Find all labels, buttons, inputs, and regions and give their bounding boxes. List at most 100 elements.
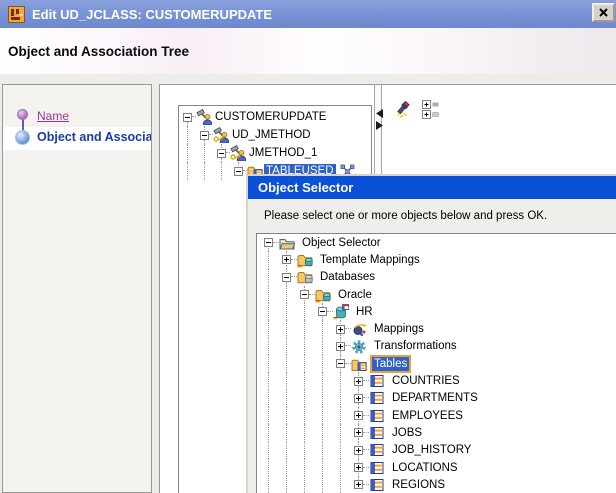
- tree-expander-minus[interactable]: [264, 238, 273, 247]
- tree-guide: [286, 424, 287, 441]
- tree-guide: [322, 320, 323, 337]
- tree-guide: [221, 162, 222, 180]
- tree-guide: [358, 459, 359, 463]
- page-title: Object and Association Tree: [8, 44, 189, 59]
- tree-node-hr[interactable]: HR: [257, 303, 616, 320]
- tree-expander-minus[interactable]: [217, 149, 226, 158]
- object-selector-tree: Object Selector Template Mappings Database…: [256, 233, 616, 493]
- tree-expander-plus[interactable]: [282, 255, 291, 264]
- tree-expander-plus[interactable]: [354, 411, 363, 420]
- tree-expander-minus[interactable]: [234, 167, 243, 176]
- tree-guide: [286, 476, 287, 493]
- tree-node-customerupdate[interactable]: CUSTOMERUPDATE: [179, 108, 371, 126]
- tree-guide: [322, 390, 323, 407]
- window-icon: [8, 6, 25, 23]
- tree-node-template-mappings[interactable]: Template Mappings: [257, 251, 616, 268]
- tree-expander-minus[interactable]: [318, 307, 327, 316]
- tree-node-employees[interactable]: EMPLOYEES: [257, 407, 616, 424]
- tree-node-label[interactable]: Mappings: [372, 322, 426, 336]
- dialog-instruction: Please select one or more objects below …: [264, 210, 547, 222]
- tree-node-countries[interactable]: COUNTRIES: [257, 372, 616, 389]
- folder-db-icon: [297, 252, 313, 268]
- tree-guide: [322, 407, 323, 424]
- tree-node-regions[interactable]: REGIONS: [257, 476, 616, 493]
- tree-node-label[interactable]: Template Mappings: [318, 253, 422, 267]
- tree-node-mappings[interactable]: Mappings: [257, 320, 616, 337]
- transformations-icon: [351, 338, 367, 354]
- tree-guide: [187, 162, 188, 180]
- tree-expander-minus[interactable]: [282, 273, 291, 282]
- tree-node-oracle[interactable]: Oracle: [257, 286, 616, 303]
- tree-guide: [322, 459, 323, 476]
- tree-expander-plus[interactable]: [354, 463, 363, 472]
- tree-node-tables[interactable]: Tables: [257, 355, 616, 372]
- tree-node-label[interactable]: DEPARTMENTS: [390, 391, 480, 405]
- tree-node-label[interactable]: Oracle: [336, 288, 374, 302]
- ud-method-icon: [230, 145, 246, 161]
- tree-node-object-selector[interactable]: Object Selector: [257, 234, 616, 251]
- tree-node-label[interactable]: Tables: [372, 357, 409, 371]
- tree-node-databases[interactable]: Databases: [257, 269, 616, 286]
- tree-expander-plus[interactable]: [354, 446, 363, 455]
- tree-node-jmethod-1[interactable]: JMETHOD_1: [179, 144, 371, 162]
- table-icon: [369, 373, 385, 389]
- tree-expander-minus[interactable]: [336, 359, 345, 368]
- tree-expander-minus[interactable]: [300, 290, 309, 299]
- tree-guide: [286, 442, 287, 459]
- tree-expander-plus[interactable]: [336, 325, 345, 334]
- tree-node-label[interactable]: REGIONS: [390, 478, 447, 492]
- tree-node-label[interactable]: LOCATIONS: [390, 461, 460, 475]
- tree-guide: [304, 355, 305, 372]
- tree-guide: [286, 303, 287, 320]
- nav-bullet-current: [15, 130, 30, 145]
- tree-guide: [268, 459, 269, 476]
- close-button[interactable]: [592, 3, 615, 22]
- search-icon[interactable]: [394, 101, 412, 119]
- tree-guide: [268, 390, 269, 407]
- tree-expander-plus[interactable]: [354, 480, 363, 489]
- tree-expander-plus[interactable]: [336, 342, 345, 351]
- tree-expander-minus[interactable]: [183, 113, 192, 122]
- tree-node-label[interactable]: COUNTRIES: [390, 374, 462, 388]
- tree-guide: [268, 251, 269, 268]
- tree-node-job-history[interactable]: JOB_HISTORY: [257, 442, 616, 459]
- tree-guide: [322, 372, 323, 389]
- tree-node-transformations[interactable]: Transformations: [257, 338, 616, 355]
- tree-expander-plus[interactable]: [354, 428, 363, 437]
- expand-all-icon[interactable]: [422, 100, 439, 119]
- tree-node-label[interactable]: UD_JMETHOD: [230, 128, 313, 142]
- tree-guide: [187, 144, 188, 162]
- tree-node-ud-jmethod[interactable]: UD_JMETHOD: [179, 126, 371, 144]
- tree-node-label[interactable]: HR: [354, 305, 375, 319]
- tree-node-departments[interactable]: DEPARTMENTS: [257, 390, 616, 407]
- tree-guide: [340, 390, 341, 407]
- tree-guide: [340, 372, 341, 389]
- tree-node-label[interactable]: JMETHOD_1: [247, 146, 319, 160]
- tree-guide: [238, 162, 239, 166]
- tree-node-label[interactable]: Object Selector: [300, 236, 383, 250]
- tree-expander-plus[interactable]: [354, 377, 363, 386]
- tree-node-locations[interactable]: LOCATIONS: [257, 459, 616, 476]
- close-icon: [599, 5, 608, 20]
- nav-item-name[interactable]: Name: [37, 109, 69, 123]
- tree-node-label[interactable]: Databases: [318, 270, 377, 284]
- expand-right-icon[interactable]: [376, 117, 383, 126]
- tree-guide: [304, 476, 305, 493]
- tree-guide: [204, 162, 205, 180]
- tree-guide: [304, 424, 305, 441]
- tree-node-label[interactable]: Transformations: [372, 339, 459, 353]
- tree-node-label[interactable]: EMPLOYEES: [390, 409, 465, 423]
- tree-node-label[interactable]: JOB_HISTORY: [390, 443, 473, 457]
- tree-guide: [358, 476, 359, 480]
- tree-node-label[interactable]: JOBS: [390, 426, 424, 440]
- tree-expander-minus[interactable]: [200, 131, 209, 140]
- ud-method-icon: [213, 127, 229, 143]
- tree-guide: [304, 286, 305, 290]
- tree-expander-plus[interactable]: [354, 394, 363, 403]
- tree-node-jobs[interactable]: JOBS: [257, 424, 616, 441]
- collapse-left-icon[interactable]: [376, 105, 383, 114]
- tree-guide: [340, 476, 341, 493]
- tree-guide: [340, 407, 341, 424]
- tree-node-label[interactable]: CUSTOMERUPDATE: [213, 110, 328, 124]
- table-icon: [369, 477, 385, 493]
